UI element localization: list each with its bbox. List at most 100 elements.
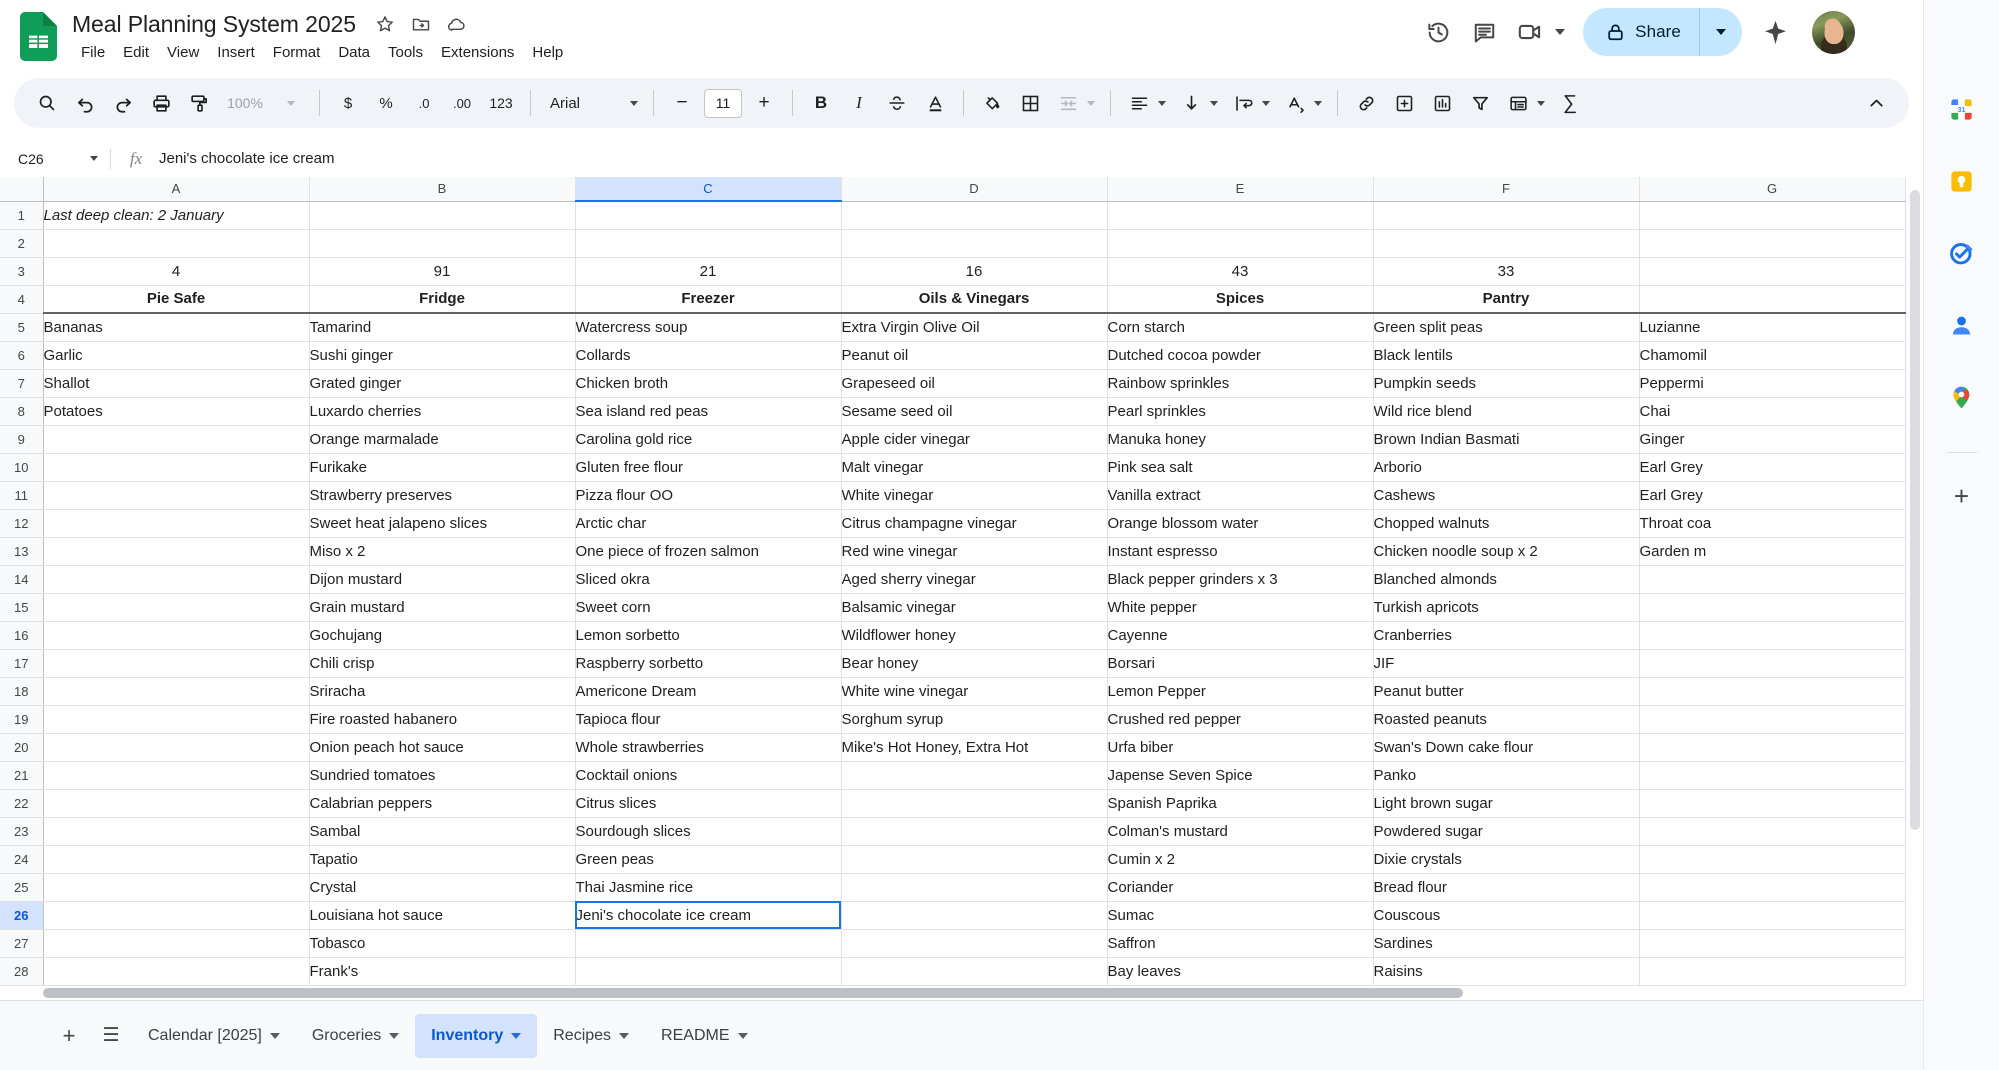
cell-F9[interactable]: Brown Indian Basmati: [1373, 425, 1640, 454]
strikethrough-button[interactable]: [878, 84, 916, 122]
cell-E26[interactable]: Sumac: [1107, 901, 1374, 930]
cloud-saved-icon[interactable]: [442, 9, 472, 39]
row-header-20[interactable]: 20: [0, 733, 44, 762]
cell-B24[interactable]: Tapatio: [309, 845, 576, 874]
cell-C8[interactable]: Sea island red peas: [575, 397, 842, 426]
bold-button[interactable]: B: [802, 84, 840, 122]
cell-E10[interactable]: Pink sea salt: [1107, 453, 1374, 482]
sheet-tab-recipes[interactable]: Recipes: [537, 1014, 645, 1058]
cell-D4[interactable]: Oils & Vinegars: [841, 285, 1108, 314]
cell-B9[interactable]: Orange marmalade: [309, 425, 576, 454]
comment-icon[interactable]: [1461, 9, 1507, 55]
cell-A13[interactable]: [43, 537, 310, 566]
account-avatar[interactable]: [1812, 10, 1855, 54]
cell-C21[interactable]: Cocktail onions: [575, 761, 842, 790]
cell-B12[interactable]: Sweet heat jalapeno slices: [309, 509, 576, 538]
cell-G14[interactable]: [1639, 565, 1906, 594]
menu-data[interactable]: Data: [329, 42, 379, 63]
cell-F2[interactable]: [1373, 229, 1640, 258]
cell-B16[interactable]: Gochujang: [309, 621, 576, 650]
insert-chart-icon[interactable]: [1423, 84, 1461, 122]
cell-E12[interactable]: Orange blossom water: [1107, 509, 1374, 538]
tab-chevron-down-icon[interactable]: [269, 1032, 280, 1039]
cell-B27[interactable]: Tobasco: [309, 929, 576, 958]
cell-E13[interactable]: Instant espresso: [1107, 537, 1374, 566]
cell-F8[interactable]: Wild rice blend: [1373, 397, 1640, 426]
cell-E14[interactable]: Black pepper grinders x 3: [1107, 565, 1374, 594]
fill-color-icon[interactable]: [973, 84, 1011, 122]
cell-F11[interactable]: Cashews: [1373, 481, 1640, 510]
cell-B22[interactable]: Calabrian peppers: [309, 789, 576, 818]
cell-D12[interactable]: Citrus champagne vinegar: [841, 509, 1108, 538]
cell-E11[interactable]: Vanilla extract: [1107, 481, 1374, 510]
cell-A21[interactable]: [43, 761, 310, 790]
row-header-6[interactable]: 6: [0, 341, 44, 370]
cell-C20[interactable]: Whole strawberries: [575, 733, 842, 762]
cell-B7[interactable]: Grated ginger: [309, 369, 576, 398]
cell-D21[interactable]: [841, 761, 1108, 790]
cell-B15[interactable]: Grain mustard: [309, 593, 576, 622]
cell-A11[interactable]: [43, 481, 310, 510]
cell-C2[interactable]: [575, 229, 842, 258]
horizontal-scrollbar[interactable]: [43, 985, 1883, 999]
cell-C3[interactable]: 21: [575, 257, 842, 286]
cell-E21[interactable]: Japense Seven Spice: [1107, 761, 1374, 790]
cell-B11[interactable]: Strawberry preserves: [309, 481, 576, 510]
cell-F12[interactable]: Chopped walnuts: [1373, 509, 1640, 538]
google-tasks-icon[interactable]: [1939, 230, 1985, 276]
cell-G5[interactable]: Luzianne: [1639, 313, 1906, 342]
zoom-level-select[interactable]: 100%: [218, 87, 272, 119]
cell-D15[interactable]: Balsamic vinegar: [841, 593, 1108, 622]
cell-B2[interactable]: [309, 229, 576, 258]
cell-A16[interactable]: [43, 621, 310, 650]
cell-C9[interactable]: Carolina gold rice: [575, 425, 842, 454]
move-to-folder-icon[interactable]: [406, 9, 436, 39]
cell-A3[interactable]: 4: [43, 257, 310, 286]
cell-C23[interactable]: Sourdough slices: [575, 817, 842, 846]
cell-C19[interactable]: Tapioca flour: [575, 705, 842, 734]
cell-F16[interactable]: Cranberries: [1373, 621, 1640, 650]
cell-D18[interactable]: White wine vinegar: [841, 677, 1108, 706]
more-formats-button[interactable]: 123: [481, 84, 521, 122]
cell-B28[interactable]: Frank's: [309, 957, 576, 986]
row-header-15[interactable]: 15: [0, 593, 44, 622]
cell-A25[interactable]: [43, 873, 310, 902]
cell-A6[interactable]: Garlic: [43, 341, 310, 370]
sheet-tab-inventory[interactable]: Inventory: [415, 1013, 538, 1058]
row-header-24[interactable]: 24: [0, 845, 44, 874]
cell-C6[interactable]: Collards: [575, 341, 842, 370]
cell-A12[interactable]: [43, 509, 310, 538]
meet-icon[interactable]: [1507, 9, 1553, 55]
horizontal-align-icon[interactable]: [1120, 84, 1158, 122]
cell-B5[interactable]: Tamarind: [309, 313, 576, 342]
vertical-align-button[interactable]: [1172, 84, 1224, 122]
functions-icon[interactable]: [1499, 84, 1537, 122]
add-sheet-icon[interactable]: +: [48, 1015, 90, 1057]
row-header-12[interactable]: 12: [0, 509, 44, 538]
create-filter-icon[interactable]: [1461, 84, 1499, 122]
cell-F1[interactable]: [1373, 201, 1640, 230]
cell-C25[interactable]: Thai Jasmine rice: [575, 873, 842, 902]
cell-A22[interactable]: [43, 789, 310, 818]
cell-B1[interactable]: [309, 201, 576, 230]
cell-F13[interactable]: Chicken noodle soup x 2: [1373, 537, 1640, 566]
cell-E20[interactable]: Urfa biber: [1107, 733, 1374, 762]
cell-D11[interactable]: White vinegar: [841, 481, 1108, 510]
cell-A7[interactable]: Shallot: [43, 369, 310, 398]
merge-cells-button[interactable]: [1049, 84, 1101, 122]
cell-A15[interactable]: [43, 593, 310, 622]
insert-comment-icon[interactable]: [1385, 84, 1423, 122]
borders-icon[interactable]: [1011, 84, 1049, 122]
print-icon[interactable]: [142, 84, 180, 122]
cell-G20[interactable]: [1639, 733, 1906, 762]
menu-file[interactable]: File: [72, 42, 114, 63]
cell-G24[interactable]: [1639, 845, 1906, 874]
decrease-decimal-button[interactable]: .0: [405, 84, 443, 122]
cell-E6[interactable]: Dutched cocoa powder: [1107, 341, 1374, 370]
cell-D10[interactable]: Malt vinegar: [841, 453, 1108, 482]
cell-E17[interactable]: Borsari: [1107, 649, 1374, 678]
cell-G23[interactable]: [1639, 817, 1906, 846]
row-header-25[interactable]: 25: [0, 873, 44, 902]
cell-E15[interactable]: White pepper: [1107, 593, 1374, 622]
cell-C13[interactable]: One piece of frozen salmon: [575, 537, 842, 566]
